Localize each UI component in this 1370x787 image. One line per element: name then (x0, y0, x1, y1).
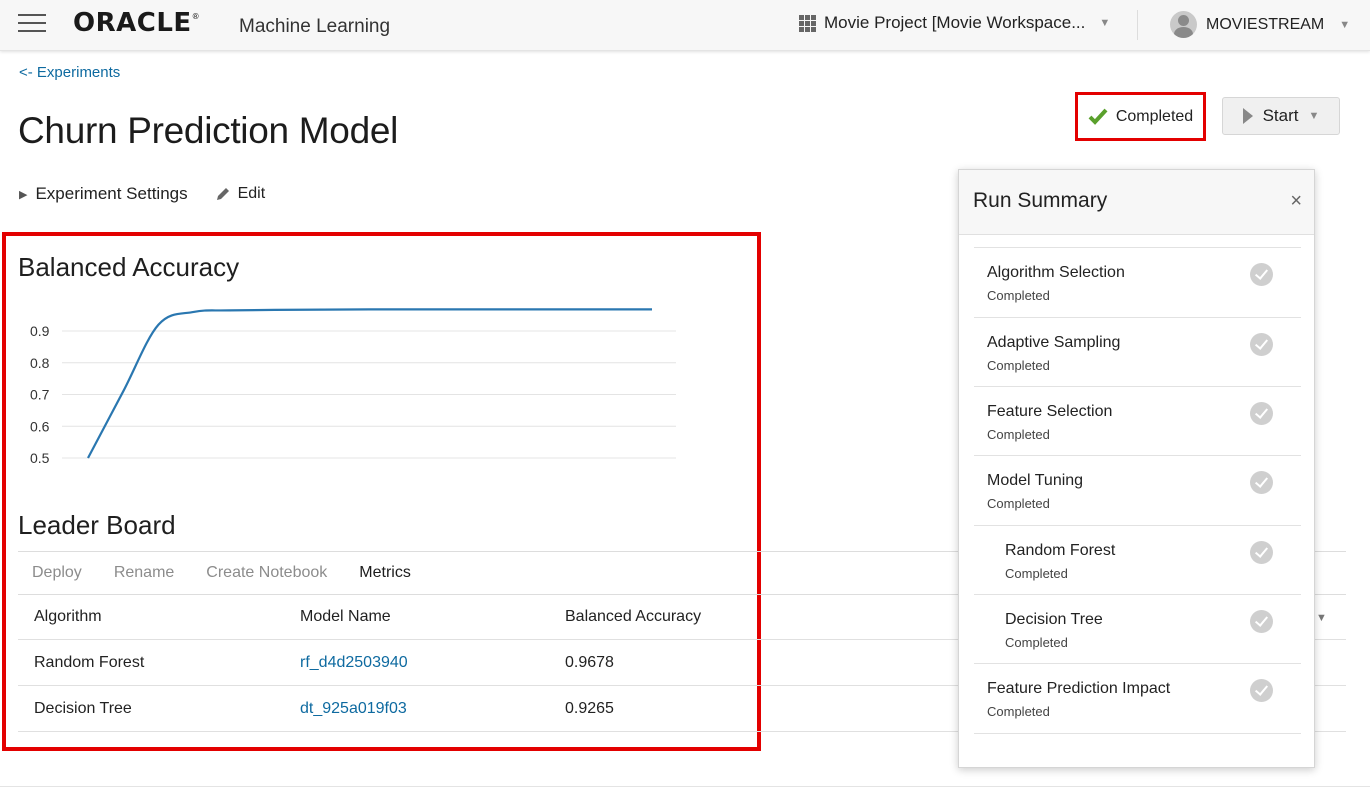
y-tick-label: 0.6 (30, 418, 50, 434)
deploy-button[interactable]: Deploy (32, 564, 82, 582)
experiment-settings-toggle[interactable]: ▶ Experiment Settings Edit (19, 184, 265, 204)
accuracy-cell: 0.9265 (565, 699, 614, 717)
stage-name: Random Forest (1005, 542, 1116, 559)
stage-name: Adaptive Sampling (987, 334, 1121, 351)
stage-status: Completed (987, 358, 1050, 373)
logo-registered-mark: ® (191, 12, 201, 21)
stage-feature-selection: Feature Selection Completed (974, 386, 1301, 456)
metrics-button[interactable]: Metrics (359, 564, 411, 582)
stage-status: Completed (987, 427, 1050, 442)
stage-decision-tree: Decision Tree Completed (974, 594, 1301, 664)
pencil-icon (216, 188, 229, 200)
y-tick-label: 0.7 (30, 387, 50, 403)
checkmark-icon (1088, 108, 1108, 125)
chevron-down-icon[interactable]: ▼ (1316, 612, 1327, 624)
y-tick-label: 0.9 (30, 323, 50, 339)
avatar (1170, 11, 1197, 38)
stage-status: Completed (1005, 635, 1068, 650)
series-line (87, 308, 652, 459)
leaderboard-heading: Leader Board (18, 510, 176, 540)
stage-adaptive-sampling: Adaptive Sampling Completed (974, 317, 1301, 387)
y-tick-label: 0.5 (30, 450, 50, 466)
model-name-link[interactable]: rf_d4d2503940 (300, 654, 408, 672)
experiment-settings-label: Experiment Settings (35, 184, 188, 203)
accuracy-cell: 0.9678 (565, 653, 614, 671)
check-circle-icon (1250, 402, 1273, 425)
expand-triangle-icon: ▶ (19, 188, 28, 201)
stage-name: Algorithm Selection (987, 264, 1125, 281)
oracle-logo: ORACLE® (73, 8, 200, 38)
status-label: Completed (1115, 107, 1194, 125)
check-circle-icon (1250, 333, 1273, 356)
create-notebook-button[interactable]: Create Notebook (206, 564, 327, 582)
balanced-accuracy-chart: 0.9 0.8 0.7 0.6 0.5 (30, 308, 676, 466)
workspace-selector[interactable]: Movie Project [Movie Workspace... ▼ (799, 13, 1110, 33)
check-circle-icon (1250, 541, 1273, 564)
panel-title: Run Summary (973, 189, 1108, 212)
check-circle-icon (1250, 610, 1273, 633)
stage-name: Feature Prediction Impact (987, 680, 1171, 697)
y-tick-label: 0.8 (30, 355, 50, 371)
stage-feature-prediction-impact: Feature Prediction Impact Completed (974, 663, 1301, 734)
model-name-link[interactable]: dt_925a019f03 (300, 700, 407, 718)
stage-algorithm-selection: Algorithm Selection Completed (974, 247, 1301, 317)
page-title: Churn Prediction Model (18, 110, 399, 151)
edit-button[interactable]: Edit (214, 185, 266, 203)
edit-label: Edit (237, 185, 266, 202)
stage-name: Model Tuning (987, 472, 1084, 489)
stage-name: Decision Tree (1005, 611, 1103, 628)
check-circle-icon (1250, 471, 1273, 494)
stage-status: Completed (987, 496, 1050, 511)
check-circle-icon (1250, 679, 1273, 702)
column-header-model-name[interactable]: Model Name (300, 608, 391, 626)
user-name: MOVIESTREAM (1206, 15, 1325, 33)
grid-icon (799, 14, 816, 32)
run-summary-panel: Run Summary × Algorithm Selection Comple… (958, 169, 1315, 768)
logo-text: ORACLE (73, 8, 192, 38)
algorithm-cell: Decision Tree (34, 699, 132, 717)
stage-model-tuning: Model Tuning Completed (974, 455, 1301, 525)
stage-random-forest: Random Forest Completed (974, 525, 1301, 595)
status-badge: Completed (1075, 92, 1206, 141)
check-circle-icon (1250, 263, 1273, 286)
user-menu[interactable]: MOVIESTREAM ▼ (1170, 11, 1350, 38)
column-header-algorithm[interactable]: Algorithm (34, 608, 102, 626)
close-icon[interactable]: × (1290, 190, 1302, 213)
back-to-experiments-link[interactable]: <- Experiments (19, 64, 120, 81)
start-label: Start (1262, 106, 1299, 125)
panel-header: Run Summary × (959, 170, 1314, 235)
workspace-label: Movie Project [Movie Workspace... (824, 13, 1086, 32)
product-name: Machine Learning (239, 16, 391, 37)
chevron-down-icon: ▼ (1308, 110, 1320, 122)
top-bar: ORACLE® Machine Learning Movie Project [… (0, 0, 1370, 51)
stage-status: Completed (987, 704, 1050, 719)
hamburger-menu-icon[interactable] (18, 14, 46, 36)
stage-status: Completed (1005, 566, 1068, 581)
algorithm-cell: Random Forest (34, 653, 145, 671)
chevron-down-icon: ▼ (1339, 18, 1351, 31)
chart-heading: Balanced Accuracy (18, 252, 240, 282)
divider (1137, 10, 1138, 40)
column-header-balanced-accuracy[interactable]: Balanced Accuracy (565, 608, 701, 626)
chevron-down-icon: ▼ (1099, 17, 1111, 29)
stage-status: Completed (987, 288, 1050, 303)
rename-button[interactable]: Rename (114, 564, 174, 582)
stage-name: Feature Selection (987, 403, 1113, 420)
play-icon (1242, 108, 1253, 124)
start-button[interactable]: Start ▼ (1222, 97, 1340, 135)
